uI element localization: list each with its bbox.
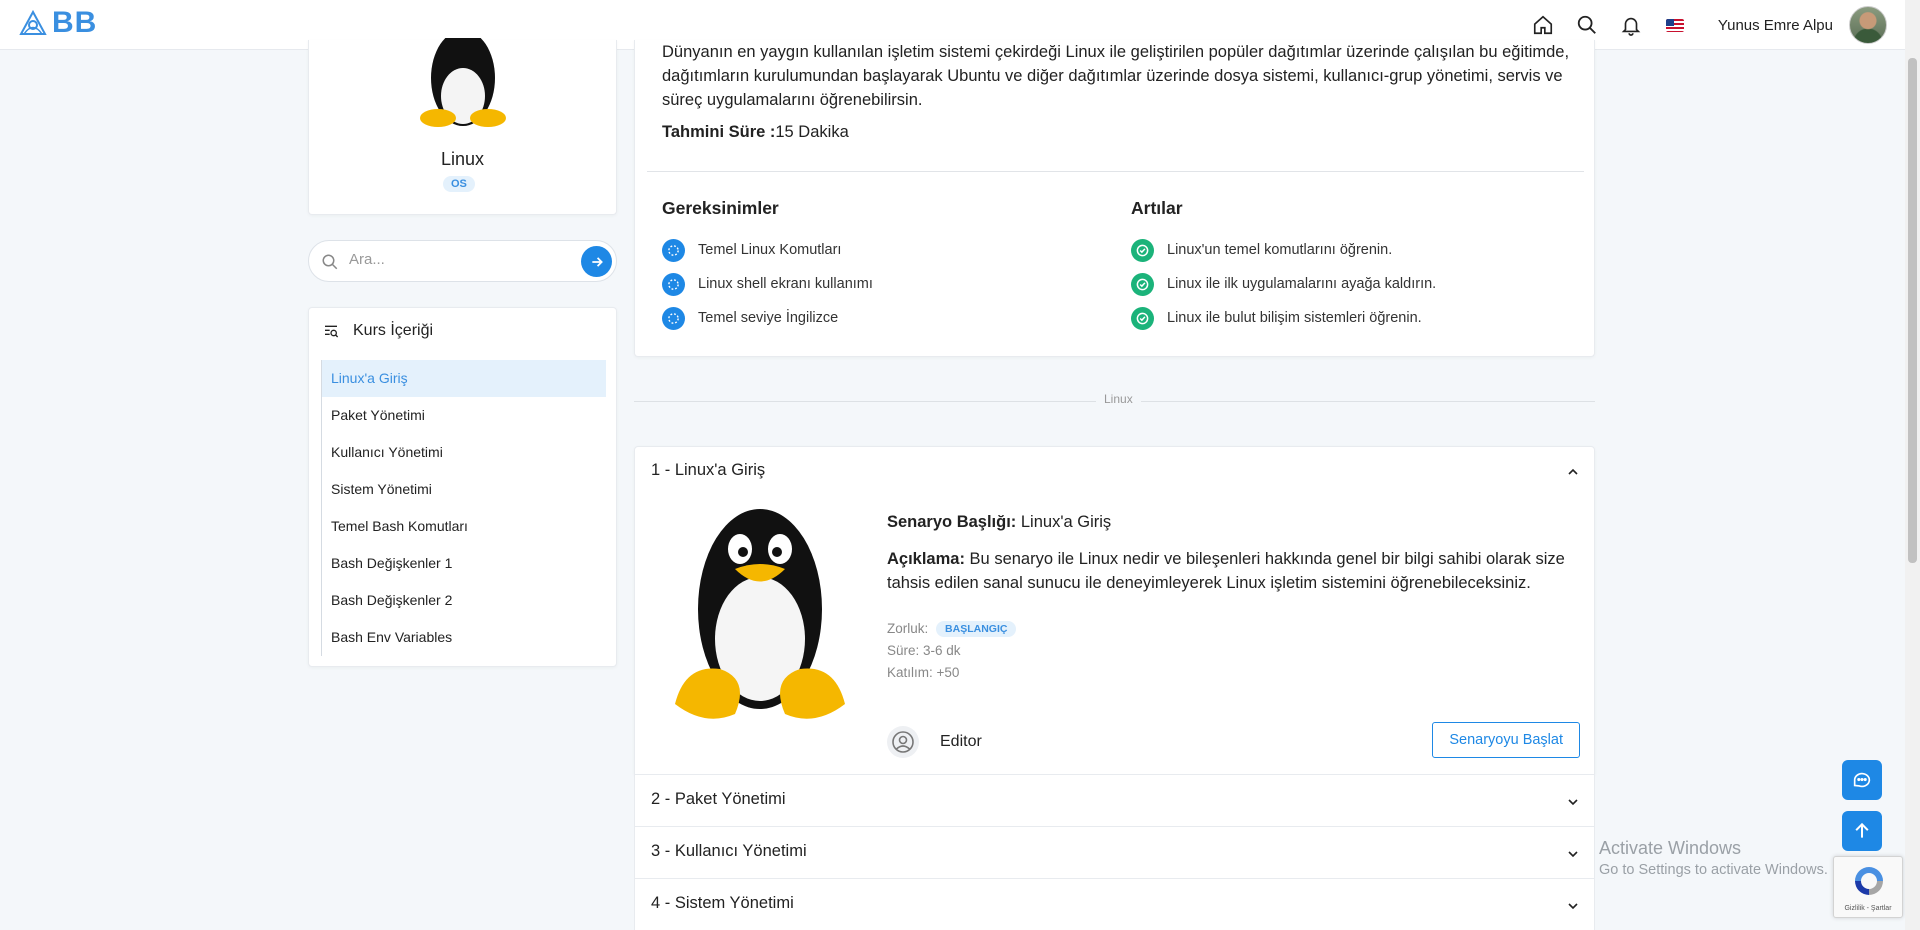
scenario-title: Senaryo Başlığı: Linux'a Giriş	[887, 513, 1111, 532]
benefit-item: Linux ile bulut bilişim sistemleri öğren…	[1131, 301, 1551, 335]
dashed-circle-icon	[662, 306, 685, 330]
accordion-header-title[interactable]: 2 - Paket Yönetimi	[651, 790, 786, 809]
page-scrollbar[interactable]	[1905, 0, 1920, 930]
divider	[647, 171, 1584, 172]
benefit-text: Linux ile ilk uygulamalarını ayağa kaldı…	[1167, 276, 1437, 292]
menu-item-kullanici-yonetimi[interactable]: Kullanıcı Yönetimi	[322, 434, 606, 471]
check-circle-icon	[1131, 272, 1154, 296]
search-box	[308, 240, 617, 282]
menu-item-bash-env-variables[interactable]: Bash Env Variables	[322, 619, 606, 656]
linux-penguin-image	[675, 509, 845, 719]
logo-text: BB	[52, 6, 98, 39]
benefit-text: Linux'un temel komutlarını öğrenin.	[1167, 242, 1393, 258]
course-card: Linux OS	[308, 38, 617, 215]
difficulty-label: Zorluk:	[887, 621, 929, 636]
dashed-circle-icon	[662, 272, 685, 296]
start-scenario-button[interactable]: Senaryoyu Başlat	[1432, 722, 1580, 758]
content-title: Kurs İçeriği	[353, 322, 434, 339]
scenario-accordion-open: 1 - Linux'a Giriş Senaryo Başlığı: Linux…	[634, 446, 1595, 775]
logo[interactable]: BB	[18, 6, 97, 40]
course-description: Dünyanın en yaygın kullanılan işletim si…	[662, 43, 1570, 109]
benefit-item: Linux'un temel komutlarını öğrenin.	[1131, 233, 1551, 267]
menu-item-bash-degiskenler-2[interactable]: Bash Değişkenler 2	[322, 582, 606, 619]
scenario-title-label: Senaryo Başlığı:	[887, 513, 1017, 531]
accordion-header-title[interactable]: 1 - Linux'a Giriş	[651, 461, 765, 480]
logo-icon	[19, 9, 47, 35]
menu-item-temel-bash-komutlari[interactable]: Temel Bash Komutları	[322, 508, 606, 545]
requirement-item: Linux shell ekranı kullanımı	[662, 267, 1082, 301]
benefit-item: Linux ile ilk uygulamalarını ayağa kaldı…	[1131, 267, 1551, 301]
requirement-text: Linux shell ekranı kullanımı	[698, 276, 873, 292]
us-flag-icon[interactable]	[1665, 18, 1684, 32]
recaptcha-badge[interactable]: Gizlilik - Şartlar	[1833, 856, 1903, 918]
dashed-circle-icon	[662, 238, 685, 262]
difficulty-row: Zorluk: BAŞLANGIÇ	[887, 621, 1017, 638]
requirement-text: Temel seviye İngilizce	[698, 310, 839, 326]
scrollbar-thumb[interactable]	[1908, 58, 1917, 563]
arrow-up-icon	[1855, 822, 1869, 838]
check-circle-icon	[1131, 238, 1154, 262]
separator-label: Linux	[1096, 392, 1141, 406]
home-icon[interactable]	[1530, 12, 1556, 38]
course-title: Linux	[440, 149, 485, 169]
user-icon	[887, 726, 919, 758]
search-icon	[322, 254, 338, 270]
search-input[interactable]	[349, 251, 559, 268]
search-icon[interactable]	[1574, 12, 1600, 38]
scenario-desc-value: Bu senaryo ile Linux nedir ve bileşenler…	[887, 550, 1565, 592]
scenario-title-value: Linux'a Giriş	[1016, 513, 1112, 531]
accordion-item-3[interactable]: 3 - Kullanıcı Yönetimi	[634, 827, 1595, 879]
user-name[interactable]: Yunus Emre Alpu	[1718, 17, 1833, 34]
scenario-participation: Katılım: +50	[887, 665, 960, 680]
chevron-down-icon[interactable]	[1566, 899, 1580, 913]
menu-item-paket-yonetimi[interactable]: Paket Yönetimi	[322, 397, 606, 434]
scroll-top-button[interactable]	[1842, 811, 1882, 851]
windows-watermark-title: Activate Windows	[1599, 838, 1742, 858]
chat-button[interactable]	[1842, 760, 1882, 800]
requirement-text: Temel Linux Komutları	[698, 242, 842, 258]
menu-item-sistem-yonetimi[interactable]: Sistem Yönetimi	[322, 471, 606, 508]
accordion-header-title[interactable]: 4 - Sistem Yönetimi	[651, 894, 794, 913]
duration-value: 15 Dakika	[775, 123, 849, 141]
requirements-title: Gereksinimler	[662, 198, 779, 218]
content-menu: Linux'a Giriş Paket Yönetimi Kullanıcı Y…	[321, 360, 606, 656]
windows-watermark-text: Go to Settings to activate Windows.	[1599, 862, 1828, 878]
os-badge: OS	[443, 176, 475, 192]
requirement-item: Temel seviye İngilizce	[662, 301, 1082, 335]
requirements-column: Gereksinimler Temel Linux Komutları Linu…	[662, 198, 1082, 335]
avatar[interactable]	[1849, 6, 1887, 44]
linux-penguin-logo	[420, 38, 506, 127]
course-info-card: Dünyanın en yaygın kullanılan işletim si…	[634, 40, 1595, 357]
chevron-up-icon[interactable]	[1566, 465, 1580, 479]
scenario-desc-label: Açıklama:	[887, 550, 965, 568]
benefits-column: Artılar Linux'un temel komutlarını öğren…	[1131, 198, 1551, 335]
accordion-item-2[interactable]: 2 - Paket Yönetimi	[634, 775, 1595, 827]
scenario-description: Açıklama: Bu senaryo ile Linux nedir ve …	[887, 547, 1577, 595]
recaptcha-links[interactable]: Gizlilik - Şartlar	[1834, 905, 1902, 912]
accordion-header-title[interactable]: 3 - Kullanıcı Yönetimi	[651, 842, 807, 861]
menu-item-bash-degiskenler-1[interactable]: Bash Değişkenler 1	[322, 545, 606, 582]
check-circle-icon	[1131, 306, 1154, 330]
search-submit-button[interactable]	[581, 246, 612, 277]
benefits-title: Artılar	[1131, 198, 1183, 218]
difficulty-badge: BAŞLANGIÇ	[936, 621, 1017, 638]
bell-icon[interactable]	[1618, 12, 1644, 38]
menu-item-linuxa-giris[interactable]: Linux'a Giriş	[322, 360, 606, 397]
chevron-down-icon[interactable]	[1566, 795, 1580, 809]
arrow-right-icon	[591, 256, 603, 267]
benefit-text: Linux ile bulut bilişim sistemleri öğren…	[1167, 310, 1422, 326]
estimated-duration: Tahmini Süre :15 Dakika	[662, 123, 849, 142]
list-search-icon	[325, 325, 339, 338]
author-name: Editor	[940, 733, 982, 750]
accordion-item-4[interactable]: 4 - Sistem Yönetimi	[634, 879, 1595, 930]
duration-label: Tahmini Süre :	[662, 123, 776, 141]
chat-icon	[1853, 772, 1871, 788]
recaptcha-icon	[1855, 867, 1883, 895]
chevron-down-icon[interactable]	[1566, 847, 1580, 861]
requirement-item: Temel Linux Komutları	[662, 233, 1082, 267]
scenario-time: Süre: 3-6 dk	[887, 643, 961, 658]
course-content-card: Kurs İçeriği Linux'a Giriş Paket Yönetim…	[308, 307, 617, 667]
